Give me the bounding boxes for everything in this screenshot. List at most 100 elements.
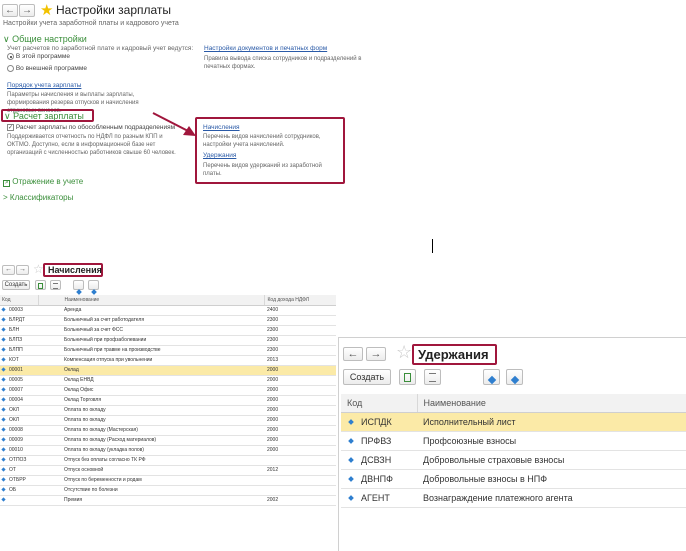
item-marker-icon [1,387,6,392]
radio-this-program[interactable]: В этой программе [7,53,70,60]
deductions-star-icon[interactable]: ☆ [396,342,412,363]
classifiers-section-header[interactable]: > Классификаторы [3,193,73,202]
accruals-back-button[interactable]: ← [2,265,15,275]
table-row[interactable]: ОКЛ Оплата по окладу 2000 [0,405,336,416]
row-code-cell: БЛПЗ [0,335,38,346]
row-code: АГЕНТ [361,492,390,503]
row-name: Оклад Торговля [38,395,264,406]
col-header-name[interactable]: Наименование [416,394,686,413]
col-header-ndfl[interactable]: Код дохода НДФЛ [263,295,336,306]
deductions-list-button[interactable] [424,369,441,385]
radio-external-program[interactable]: Во внешней программе [7,65,87,72]
deductions-create-button[interactable]: Создать [343,369,391,385]
row-ndfl-code [264,485,336,496]
salary-order-link[interactable]: Порядок учета зарплаты [7,82,81,89]
table-row[interactable]: АГЕНТ Вознаграждение платежного агента [341,488,686,508]
deductions-move-up-button[interactable] [483,369,500,385]
table-row[interactable]: ПРФВЗ Профсоюзные взносы [341,431,686,451]
deductions-table: Код Наименование ИСПДК Исполнительный лис… [341,394,686,508]
table-row[interactable]: БЛРДТ Больничный за счет работодателя 2300 [0,315,336,326]
row-code: 00007 [9,387,23,393]
row-code-cell: 00003 [0,305,38,316]
row-code-cell: КОТ [0,355,38,366]
table-row[interactable]: КОТ Компенсация отпуска при увольнении 201… [0,355,336,366]
row-code-cell: БЛРДТ [0,315,38,326]
accruals-create-button[interactable]: Создать [2,280,30,290]
row-code-cell: АГЕНТ [341,488,417,508]
table-row[interactable]: 00005 Оклад ЕНВД 2000 [0,375,336,386]
col-header-code[interactable]: Код [341,394,417,413]
table-row[interactable]: ДСВЗН Добровольные страховые взносы [341,450,686,470]
col-header-name[interactable]: Наименование [37,295,264,306]
table-row[interactable]: ОКЛ Оплата по окладу 2000 [0,415,336,426]
calc-section-label: Расчет зарплаты [13,111,84,121]
documents-settings-link[interactable]: Настройки документов и печатных форм [204,45,327,52]
favorite-star-icon[interactable]: ★ [40,1,53,19]
deductions-link[interactable]: Удержания [203,152,236,159]
deductions-move-down-button[interactable] [506,369,523,385]
row-ndfl-code: 2300 [264,325,336,336]
forward-button[interactable]: → [19,4,35,17]
item-marker-icon [348,476,354,482]
general-section-header[interactable]: ∨ Общие настройки [3,34,87,45]
row-name: Больничный за счет ФСС [38,325,264,336]
row-code: 00004 [9,397,23,403]
table-row[interactable]: 00007 Оклад Офис 2000 [0,385,336,396]
table-row[interactable]: БЛПП Больничный при травме на производств… [0,345,336,356]
table-row[interactable]: 00008 Оплата по окладу (Мастерская) 2000 [0,425,336,436]
table-row[interactable]: Премия 2002 [0,495,336,506]
row-name: Профсоюзные взносы [417,431,686,451]
radio-empty-icon [7,65,14,72]
row-code-cell: БЛН [0,325,38,336]
deductions-copy-button[interactable] [399,369,416,385]
accruals-link[interactable]: Начисления [203,124,240,131]
row-ndfl-code: 2002 [264,495,336,506]
table-row[interactable]: 00010 Оплата по окладу (укладка полов) 200… [0,445,336,456]
table-row[interactable]: ИСПДК Исполнительный лист [341,412,686,432]
table-row[interactable]: ДВНПФ Добровольные взносы в НПФ [341,469,686,489]
item-marker-icon [1,477,6,482]
table-row[interactable]: БЛН Больничный за счет ФСС 2300 [0,325,336,336]
calc-section-header[interactable]: ∨ Расчет зарплаты [4,111,84,122]
accruals-list-button[interactable] [50,280,61,290]
accruals-copy-button[interactable] [35,280,46,290]
row-code-cell: ОБ [0,485,38,496]
row-code-cell: ИСПДК [341,412,417,432]
accruals-move-down-button[interactable] [88,280,99,295]
row-code: ОТПОЗ [9,457,27,463]
item-marker-icon [1,367,6,372]
row-code: ДСВЗН [361,454,392,465]
table-row[interactable]: ОТПОЗ Отпуск без оплаты согласно ТК РФ [0,455,336,466]
table-row[interactable]: ОТ Отпуск основной 2012 [0,465,336,476]
row-code-cell: ОТБРР [0,475,38,486]
table-row[interactable]: 00004 Оклад Торговля 2000 [0,395,336,406]
table-row[interactable]: 00009 Оплата по окладу (Расход материалов… [0,435,336,446]
row-code: ОТ [9,467,16,473]
table-row[interactable]: 00003 Аренда 2400 [0,305,336,316]
arrow-down-icon [510,375,519,385]
row-code: КОТ [9,357,19,363]
row-ndfl-code: 2000 [264,375,336,386]
deductions-forward-button[interactable]: → [366,347,386,361]
col-header-code[interactable]: Код [0,295,38,306]
table-row[interactable]: ОБ Отсутствие по болезни [0,485,336,496]
row-code: БЛРДТ [9,317,26,323]
row-name: Оплата по окладу (Расход материалов) [38,435,264,446]
deductions-description: Перечень видов удержаний из заработной п… [203,163,322,177]
deductions-back-button[interactable]: ← [343,347,363,361]
accruals-forward-button[interactable]: → [16,265,29,275]
row-code-cell: 00005 [0,375,38,386]
arrow-up-icon [487,375,496,385]
table-row[interactable]: 00001 Оклад 2000 [0,365,336,376]
table-row[interactable]: ОТБРР Отпуск по беременности и родам [0,475,336,486]
row-ndfl-code: 2000 [264,415,336,426]
table-row[interactable]: БЛПЗ Больничный при профзаболевании 2300 [0,335,336,346]
row-code-cell: ОКЛ [0,405,38,416]
row-name: Больничный при травме на производстве [38,345,264,356]
page-title: Настройки зарплаты [56,3,172,17]
accruals-move-up-button[interactable] [73,280,84,295]
row-code: 00009 [9,437,23,443]
row-name: Оплата по окладу (укладка полов) [38,445,264,456]
back-button[interactable]: ← [2,4,18,17]
reflect-section-header[interactable]: > Отражение в учете [3,177,83,187]
